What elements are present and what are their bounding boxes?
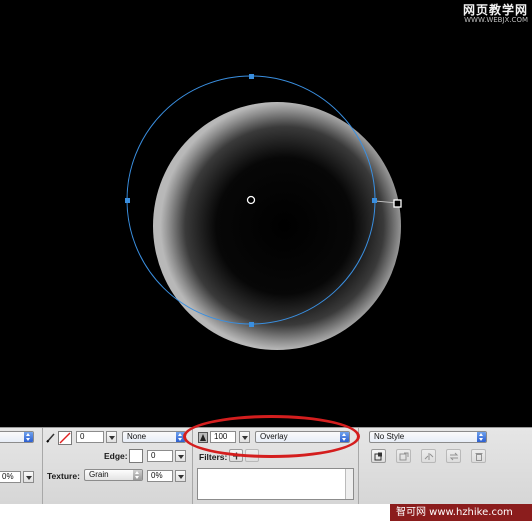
filters-label: Filters: (199, 452, 228, 462)
stroke-size-dropdown[interactable] (106, 431, 117, 443)
swap-style-icon (449, 452, 459, 461)
stroke-texture-select[interactable]: None (122, 431, 186, 443)
divider (192, 428, 193, 505)
footer-watermark: 智可网 www.hzhike.com (390, 504, 532, 521)
trash-icon (475, 453, 483, 461)
divider (42, 428, 43, 505)
filters-scrollbar[interactable] (345, 469, 353, 499)
style-value: No Style (374, 432, 405, 441)
left-amount-field[interactable]: 0% (0, 471, 21, 483)
document-canvas[interactable]: 网页教学网 WWW.WEBJX.COM (0, 0, 532, 427)
edge-dropdown[interactable] (175, 450, 186, 462)
filters-list[interactable] (197, 468, 354, 500)
new-style-button[interactable] (371, 449, 386, 463)
gradient-center-handle[interactable] (246, 195, 256, 205)
anchor-right[interactable] (372, 198, 377, 203)
divider (358, 428, 359, 505)
edge-swatch[interactable] (129, 449, 143, 463)
anchor-top[interactable] (249, 74, 254, 79)
style-options-button[interactable] (471, 449, 486, 463)
break-link-icon (424, 453, 434, 460)
pencil-icon (46, 432, 56, 445)
stroke-size-field[interactable]: 0 (76, 431, 104, 443)
select-arrows-icon (477, 432, 486, 442)
add-filter-button[interactable] (229, 449, 243, 462)
fill-options-select[interactable] (0, 431, 34, 443)
select-arrows-icon (133, 470, 142, 480)
texture-amount-dropdown[interactable] (175, 470, 186, 482)
redefine-style-icon (399, 452, 409, 461)
opacity-field[interactable]: 100 (210, 431, 236, 443)
select-arrows-icon (176, 432, 185, 442)
remove-filter-button[interactable] (245, 449, 259, 462)
stroke-color-swatch[interactable] (58, 431, 72, 445)
plus-icon (233, 452, 240, 460)
opacity-dropdown[interactable] (239, 431, 250, 443)
left-amount-dropdown[interactable] (23, 471, 34, 483)
select-arrows-icon (340, 432, 349, 442)
select-arrows-icon (24, 432, 33, 442)
watermark-url-text: WWW.WEBJX.COM (464, 16, 528, 24)
texture-amount-field[interactable]: 0% (147, 470, 173, 482)
gradient-scale-handle[interactable] (393, 199, 402, 208)
stroke-texture-value: None (127, 432, 147, 441)
anchor-left[interactable] (125, 198, 130, 203)
properties-panel: 0% 0 None Edge: 0 Texture: Grain 0% 100 … (0, 427, 532, 505)
texture-label: Texture: (47, 471, 80, 481)
opacity-icon (198, 432, 208, 443)
delete-style-button[interactable] (446, 449, 461, 463)
texture-value: Grain (89, 470, 109, 479)
watermark-logo: 网页教学网 WWW.WEBJX.COM (463, 4, 528, 24)
blend-mode-select[interactable]: Overlay (255, 431, 350, 443)
anchor-bottom[interactable] (249, 322, 254, 327)
blend-mode-value: Overlay (260, 432, 288, 441)
edge-value-field[interactable]: 0 (147, 450, 173, 462)
watermark-cn-text: 网页教学网 (462, 3, 528, 17)
texture-select[interactable]: Grain (84, 469, 143, 481)
no-color-icon (59, 432, 71, 444)
canvas-drawing (125, 74, 402, 350)
style-select[interactable]: No Style (369, 431, 487, 443)
redefine-style-button[interactable] (396, 449, 411, 463)
break-style-link-button[interactable] (421, 449, 436, 463)
footer-watermark-bar: 智可网 www.hzhike.com (0, 504, 532, 521)
new-style-icon (374, 452, 382, 461)
glow-circle[interactable] (153, 102, 401, 350)
edge-label: Edge: (104, 451, 128, 461)
